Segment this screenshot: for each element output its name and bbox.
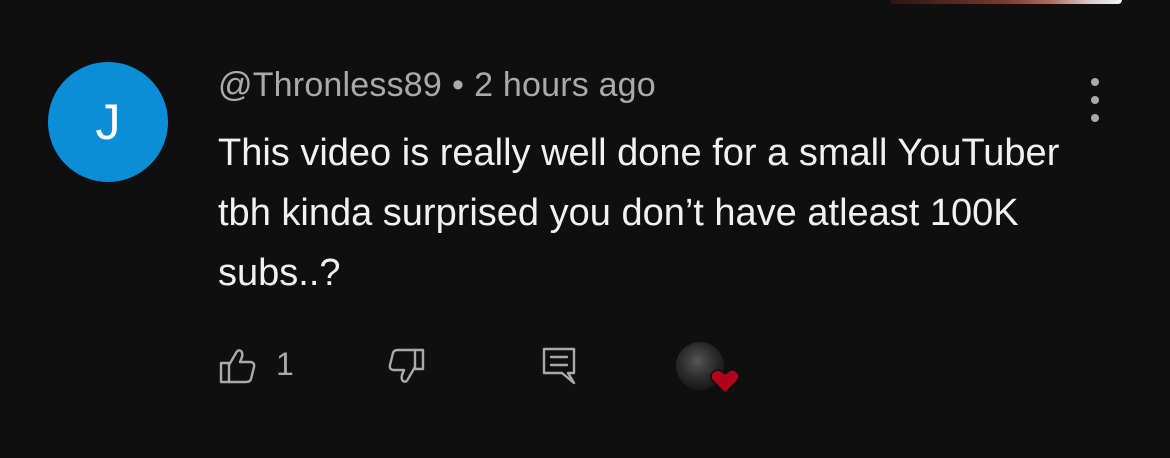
avatar-letter: J	[95, 94, 121, 150]
more-vert-icon[interactable]	[1080, 78, 1110, 122]
heart-icon	[710, 369, 740, 394]
reply-icon	[542, 347, 576, 385]
menu-dot	[1091, 78, 1099, 86]
like-count: 1	[276, 346, 294, 382]
comment-meta: @Thronless89 • 2 hours ago	[218, 66, 656, 105]
comment-timestamp[interactable]: 2 hours ago	[474, 66, 656, 104]
comment-text: This video is really well done for a sma…	[218, 132, 1060, 294]
menu-dot	[1091, 114, 1099, 122]
like-button[interactable]	[218, 346, 258, 386]
menu-dot	[1091, 96, 1099, 104]
thumbs-down-icon	[388, 348, 425, 383]
comment-item: J @Thronless89 • 2 hours ago This video is…	[0, 0, 1170, 458]
creator-heart	[676, 342, 740, 398]
meta-separator: •	[452, 66, 465, 104]
thumbs-up-icon	[219, 349, 256, 384]
dislike-button[interactable]	[386, 346, 426, 386]
author-handle[interactable]: @Thronless89	[218, 66, 442, 104]
reply-button[interactable]	[540, 346, 580, 388]
author-avatar[interactable]: J	[48, 62, 168, 182]
